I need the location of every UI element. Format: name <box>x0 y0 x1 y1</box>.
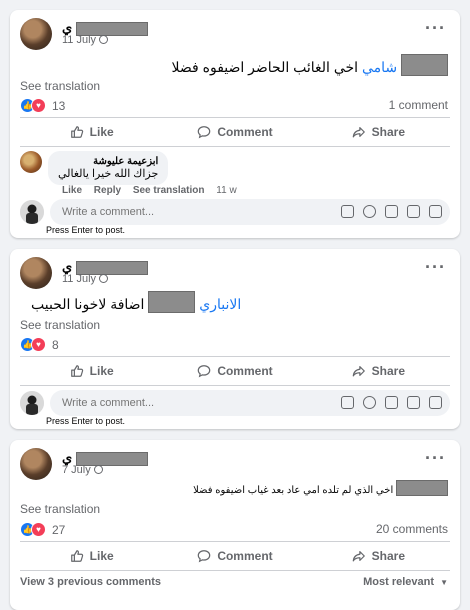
share-arrow-icon <box>352 551 365 562</box>
mentioned-name[interactable]: شامي <box>362 59 397 75</box>
globe-icon <box>93 465 103 474</box>
share-arrow-icon <box>352 366 365 377</box>
comment-count[interactable]: 1 comment <box>389 98 448 112</box>
comment-see-translation-link[interactable]: See translation <box>133 185 205 196</box>
love-reaction-icon: ♥ <box>31 337 46 352</box>
redacted-text <box>401 54 448 76</box>
comment-tools <box>341 205 442 218</box>
commenter-avatar[interactable] <box>20 151 42 173</box>
post-date[interactable]: 11 July <box>62 34 109 46</box>
view-previous-comments-link[interactable]: View 3 previous comments <box>20 576 161 588</box>
post-text: الانباري اضافة لاخونا الحبيب <box>31 291 241 313</box>
gif-icon[interactable] <box>407 396 420 409</box>
reaction-summary[interactable]: 👍 ♥ 13 <box>20 98 65 113</box>
post-card-3: ي 7 July ··· اخي الذي لم تلده امي عاد بع… <box>10 440 460 610</box>
emoji-icon[interactable] <box>363 396 376 409</box>
divider <box>20 146 450 147</box>
divider <box>20 385 450 386</box>
mentioned-name[interactable]: الانباري <box>199 296 241 312</box>
like-button[interactable]: Like <box>20 118 163 146</box>
camera-icon[interactable] <box>385 396 398 409</box>
sticker-icon[interactable] <box>341 396 354 409</box>
comment-button[interactable]: Comment <box>163 118 306 146</box>
share-button[interactable]: Share <box>307 357 450 385</box>
comment-button[interactable]: Comment <box>163 357 306 385</box>
comment-input[interactable] <box>62 397 262 409</box>
comment-input[interactable] <box>62 206 262 218</box>
speech-bubble-icon <box>198 365 211 378</box>
post-card-2: ي 11 July ··· الانباري اضافة لاخونا الحب… <box>10 249 460 429</box>
comment-text: جزاك الله خيرا يالغالي <box>58 168 159 180</box>
post-date[interactable]: 7 July <box>62 464 103 476</box>
thumb-up-icon <box>70 550 83 562</box>
comment: ابزعيمة عليوشة جزاك الله خيرا يالغالي Li… <box>20 151 450 197</box>
thumb-up-icon <box>70 365 83 377</box>
comment-like-link[interactable]: Like <box>62 185 82 196</box>
globe-icon <box>99 35 109 44</box>
commenter-name[interactable]: ابزعيمة عليوشة <box>58 156 158 167</box>
more-horiz-icon[interactable]: ··· <box>425 257 446 278</box>
sticker-2-icon[interactable] <box>429 205 442 218</box>
comment-count[interactable]: 20 comments <box>376 522 448 536</box>
press-enter-hint: Press Enter to post. <box>46 225 126 235</box>
write-comment-row <box>20 199 450 225</box>
post-text: اخي الذي لم تلده امي عاد بعد غياب اضيفوه… <box>193 480 448 496</box>
see-translation-link[interactable]: See translation <box>20 79 100 93</box>
gif-icon[interactable] <box>407 205 420 218</box>
love-reaction-icon: ♥ <box>31 98 46 113</box>
thumb-up-icon <box>70 126 83 138</box>
post-card-1: ي 11 July ··· شامي اخي الغائب الحاضر اضي… <box>10 10 460 238</box>
comment-bubble: ابزعيمة عليوشة جزاك الله خيرا يالغالي <box>48 151 169 185</box>
comment-tools <box>341 396 442 409</box>
author-avatar[interactable] <box>20 257 52 289</box>
like-button[interactable]: Like <box>20 357 163 385</box>
post-text: شامي اخي الغائب الحاضر اضيفوه فضلا <box>172 54 448 76</box>
speech-bubble-icon <box>198 126 211 139</box>
see-translation-link[interactable]: See translation <box>20 502 100 516</box>
user-avatar[interactable] <box>20 200 44 224</box>
share-button[interactable]: Share <box>307 118 450 146</box>
comment-button[interactable]: Comment <box>163 542 306 570</box>
camera-icon[interactable] <box>385 205 398 218</box>
like-button[interactable]: Like <box>20 542 163 570</box>
globe-icon <box>99 274 109 283</box>
redacted-text <box>148 291 196 313</box>
comment-time[interactable]: 11 w <box>216 185 236 196</box>
see-translation-link[interactable]: See translation <box>20 318 100 332</box>
action-bar: Like Comment Share <box>20 118 450 146</box>
emoji-icon[interactable] <box>363 205 376 218</box>
comment-actions: Like Reply See translation 11 w <box>62 185 246 196</box>
love-reaction-icon: ♥ <box>31 522 46 537</box>
press-enter-hint: Press Enter to post. <box>46 416 126 426</box>
post-date[interactable]: 11 July <box>62 273 109 285</box>
reaction-summary[interactable]: 👍 ♥ 8 <box>20 337 59 352</box>
sticker-2-icon[interactable] <box>429 396 442 409</box>
author-avatar[interactable] <box>20 448 52 480</box>
more-horiz-icon[interactable]: ··· <box>425 448 446 469</box>
reaction-summary[interactable]: 👍 ♥ 27 <box>20 522 65 537</box>
sticker-icon[interactable] <box>341 205 354 218</box>
share-arrow-icon <box>352 127 365 138</box>
share-button[interactable]: Share <box>307 542 450 570</box>
more-horiz-icon[interactable]: ··· <box>425 18 446 39</box>
sort-comments-dropdown[interactable]: Most relevant ▼ <box>363 576 448 588</box>
comment-reply-link[interactable]: Reply <box>94 185 121 196</box>
comment-box[interactable] <box>50 390 450 416</box>
write-comment-row <box>20 390 450 416</box>
comment-box[interactable] <box>50 199 450 225</box>
action-bar: Like Comment Share <box>20 357 450 385</box>
speech-bubble-icon <box>198 550 211 563</box>
user-avatar[interactable] <box>20 391 44 415</box>
caret-down-icon: ▼ <box>440 578 448 587</box>
author-avatar[interactable] <box>20 18 52 50</box>
redacted-text <box>396 480 448 496</box>
action-bar: Like Comment Share <box>20 542 450 570</box>
divider <box>20 570 450 571</box>
